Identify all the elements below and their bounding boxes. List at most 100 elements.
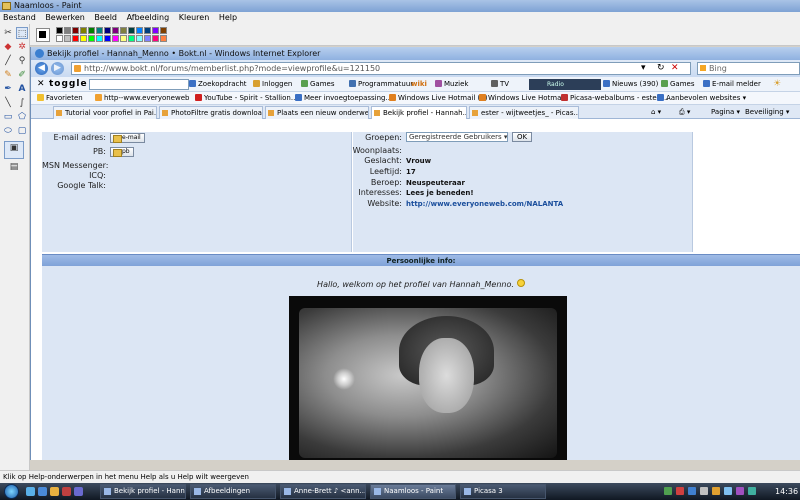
menu-beeld[interactable]: Beeld [94,13,117,22]
home-icon[interactable]: ⌂ ▾ [651,105,661,119]
tray-app-icon[interactable] [664,487,672,495]
menu-help[interactable]: Help [219,13,237,22]
palette-swatch[interactable] [96,27,103,34]
palette-swatch[interactable] [112,35,119,42]
task-messenger[interactable]: Anne-Brett ♪ <ann... [280,484,366,499]
palette-swatch[interactable] [152,27,159,34]
back-icon[interactable]: ◀ [35,62,48,75]
toolbar-wiki[interactable]: wiki [411,77,427,92]
curve-tool-icon[interactable]: ∫ [16,97,28,109]
tray-network-icon[interactable] [688,487,696,495]
ie-quicklaunch-icon[interactable] [38,487,47,496]
palette-swatch[interactable] [80,27,87,34]
line-tool-icon[interactable]: ╲ [2,97,14,109]
tab-new-topic[interactable]: Plaats een nieuw onderwer... [265,106,369,119]
favorite-item[interactable]: YouTube - Spirit - Stallion... [195,92,298,105]
folder-quicklaunch-icon[interactable] [50,487,59,496]
toolbar-news[interactable]: Nieuws (390) [603,77,658,92]
palette-swatch[interactable] [136,35,143,42]
airbrush-icon[interactable]: ✒ [2,83,14,95]
forward-icon[interactable]: ▶ [51,62,64,75]
ellipse-tool-icon[interactable]: ⬭ [2,125,14,137]
favorite-item[interactable]: Picasa-webalbums - ester ... [561,92,668,105]
menu-bestand[interactable]: Bestand [3,13,36,22]
favorite-item[interactable]: Meer invoegtoepassing... [295,92,392,105]
tab-picasa[interactable]: ester - wijtweetjes_ - Picas... [469,106,579,119]
toolbar-games[interactable]: Games [301,77,335,92]
palette-swatch[interactable] [96,35,103,42]
palette-swatch[interactable] [80,35,87,42]
task-afbeeldingen[interactable]: Afbeeldingen [190,484,276,499]
tray-sync-icon[interactable] [748,487,756,495]
palette-swatch[interactable] [144,27,151,34]
palette-swatch[interactable] [128,27,135,34]
fill-bucket-icon[interactable]: ✲ [16,41,28,53]
task-ie-profile[interactable]: Bekijk profiel - Hann... [100,484,186,499]
favorite-item[interactable]: http--www.everyoneweb [95,92,189,105]
fill-style-transparent-icon[interactable]: ▤ [4,161,24,179]
tray-volume-icon[interactable] [700,487,708,495]
radio-widget[interactable]: Radio [529,79,601,90]
palette-swatch[interactable] [104,35,111,42]
tray-antivirus-icon[interactable] [676,487,684,495]
palette-swatch[interactable] [160,35,167,42]
tab-photofiltre[interactable]: PhotoFiltre gratis downloa... [159,106,263,119]
menu-afbeelding[interactable]: Afbeelding [127,13,170,22]
pencil-icon[interactable]: ✎ [2,69,14,81]
weather-icon[interactable]: ☀ [773,77,781,92]
toolbar-tv[interactable]: TV [491,77,509,92]
free-select-icon[interactable]: ✂ [2,27,14,39]
menu-kleuren[interactable]: Kleuren [179,13,210,22]
favorite-item[interactable]: Aanbevolen websites ▾ [657,92,746,105]
palette-swatch[interactable] [72,27,79,34]
palette-swatch[interactable] [112,27,119,34]
palette-swatch[interactable] [120,27,127,34]
command-security[interactable]: Beveiliging ▾ [745,105,789,119]
tab-profile[interactable]: Bekijk profiel - Hannah... [371,106,467,119]
palette-swatch[interactable] [136,27,143,34]
search-input[interactable]: Bing [697,62,800,75]
fill-style-opaque-icon[interactable]: ▣ [4,141,24,159]
refresh-icon[interactable]: ↻ [657,63,665,74]
toolbar-software[interactable]: Programmatuur [349,77,413,92]
start-button[interactable] [4,484,19,499]
menu-bewerken[interactable]: Bewerken [45,13,85,22]
dropdown-icon[interactable]: ▾ [641,63,646,74]
palette-swatch[interactable] [88,35,95,42]
palette-swatch[interactable] [72,35,79,42]
toolbar-music[interactable]: Muziek [435,77,468,92]
address-field[interactable]: http://www.bokt.nl/forums/memberlist.php… [71,62,691,75]
groups-ok-button[interactable]: OK [512,132,532,142]
close-toolbar-icon[interactable]: ✕ [37,77,45,92]
current-colors[interactable] [36,28,50,42]
palette-swatch[interactable] [160,27,167,34]
palette-swatch[interactable] [152,35,159,42]
task-paint[interactable]: Naamloos - Paint [370,484,456,499]
groups-select[interactable]: Geregistreerde Gebruikers ▾ [406,132,508,142]
website-link[interactable]: http://www.everyoneweb.com/NALANTA [406,200,563,208]
email-button[interactable]: e-mail [110,133,145,143]
eraser-icon[interactable]: ◆ [2,41,14,53]
favorites-button[interactable]: Favorieten [37,92,83,105]
brush-icon[interactable]: ✐ [16,69,28,81]
favorite-item[interactable]: Windows Live Hotmail (2) [389,92,487,105]
rect-select-icon[interactable]: ⬚ [16,27,28,39]
stop-icon[interactable]: ✕ [671,63,679,74]
command-page[interactable]: Pagina ▾ [711,105,740,119]
palette-swatch[interactable] [56,27,63,34]
favorite-item[interactable]: Windows Live Hotmail [479,92,565,105]
pm-button[interactable]: pb [110,147,134,157]
palette-swatch[interactable] [56,35,63,42]
palette-swatch[interactable] [104,27,111,34]
palette-swatch[interactable] [64,27,71,34]
tray-messenger-icon[interactable] [712,487,720,495]
text-tool-icon[interactable]: A [16,83,28,95]
tab-tutorial[interactable]: Tutorial voor profiel in Pai... [53,106,157,119]
palette-swatch[interactable] [64,35,71,42]
toolbar-login[interactable]: Inloggen [253,77,292,92]
magnifier-icon[interactable]: ⚲ [16,55,28,67]
tray-update-icon[interactable] [736,487,744,495]
toolbar-games-2[interactable]: Games [661,77,695,92]
toolbar-email-notifier[interactable]: E-mail melder [703,77,761,92]
palette-swatch[interactable] [144,35,151,42]
